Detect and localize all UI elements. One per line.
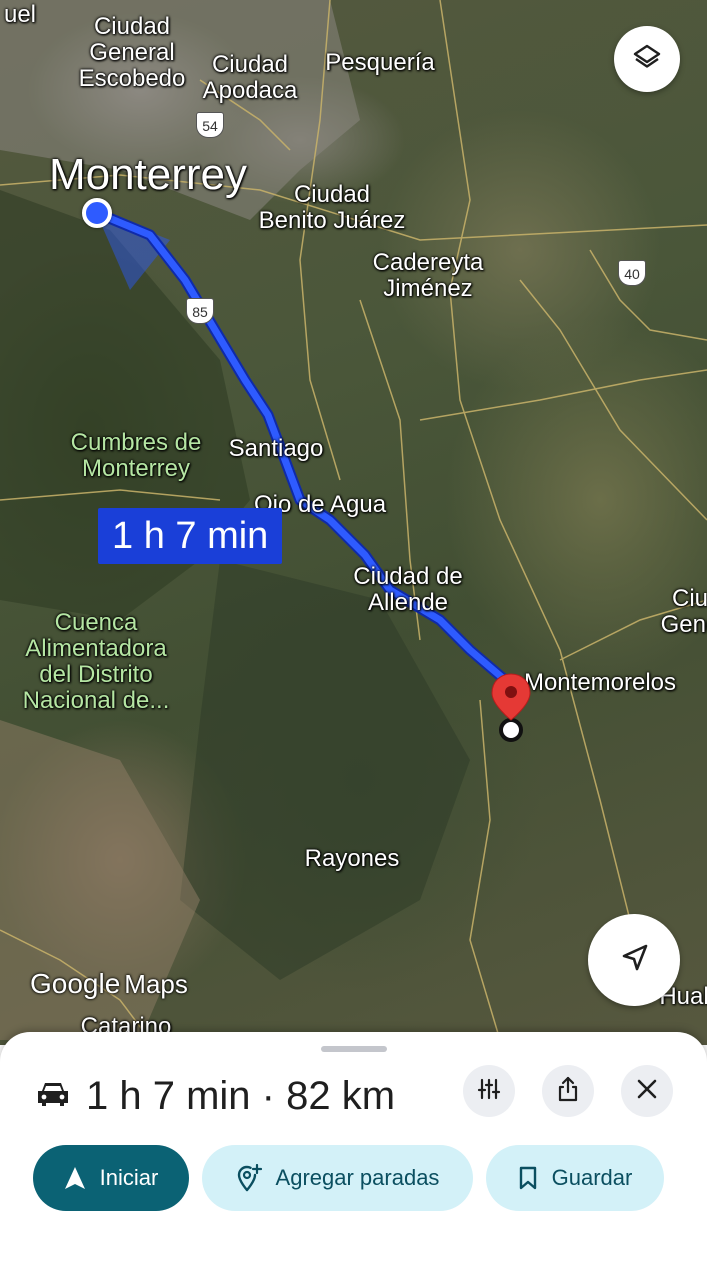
add-location-icon [236,1164,262,1192]
highway-shield-85: 85 [186,298,214,324]
origin-marker[interactable] [82,198,112,228]
add-stops-button-label: Agregar paradas [275,1165,440,1190]
close-icon [636,1078,658,1105]
start-button[interactable]: Iniciar [33,1145,189,1211]
start-button-label: Iniciar [99,1165,159,1190]
save-button-label: Guardar [551,1165,633,1190]
share-button[interactable] [542,1065,594,1117]
map-label-pesqueria: Pesquería [325,49,435,76]
route-summary: 1 h 7 min · 82 km [36,1074,395,1119]
share-icon [556,1076,580,1107]
recenter-button[interactable] [588,914,680,1006]
navigation-start-icon [64,1166,86,1190]
bookmark-icon [518,1166,538,1190]
route-options-button[interactable] [463,1065,515,1117]
highway-shield-54: 54 [196,112,224,138]
destination-pin-icon[interactable] [490,672,532,744]
sheet-drag-handle[interactable] [321,1046,387,1052]
google-maps-attribution: Google Maps [30,968,188,1000]
layers-icon [632,42,662,77]
map-label-allende: Ciudad de Allende [353,563,463,616]
map-label-escobedo: Ciudad General Escobedo [78,13,186,92]
route-eta-label[interactable]: 1 h 7 min [98,508,283,564]
map-label-rayones: Rayones [304,845,400,872]
map-label-montemorelos: Montemorelos [523,669,677,696]
tune-icon [477,1077,501,1106]
map-label-apodaca: Ciudad Apodaca [202,51,298,104]
map-label-ciudad-general: Ciu Gene [660,585,707,638]
summary-distance: 82 km [286,1074,396,1118]
map-label-santiago: Santiago [228,435,324,462]
map-label-cuenca: Cuenca Alimentadora del Distrito Naciona… [22,609,170,714]
summary-duration: 1 h 7 min [86,1074,251,1118]
close-button[interactable] [621,1065,673,1117]
save-button[interactable]: Guardar [486,1145,664,1211]
layers-button[interactable] [614,26,680,92]
car-icon [36,1079,70,1114]
map-label-uel: uel [3,1,37,28]
map-label-monterrey: Monterrey [48,150,248,199]
highway-shield-40: 40 [618,260,646,286]
map-view[interactable]: uel Ciudad General Escobedo Ciudad Apoda… [0,0,707,1045]
navigation-arrow-icon [618,942,650,979]
map-label-cadereyta: Cadereyta Jiménez [372,249,484,302]
add-stops-button[interactable]: Agregar paradas [202,1145,473,1211]
map-label-cumbres: Cumbres de Monterrey [70,429,202,482]
route-summary-text: 1 h 7 min · 82 km [86,1074,395,1119]
maps-wordmark: Maps [124,969,188,999]
map-label-benito-juarez: Ciudad Benito Juárez [258,181,406,234]
google-wordmark: Google [30,968,121,999]
summary-separator: · [261,1074,275,1118]
